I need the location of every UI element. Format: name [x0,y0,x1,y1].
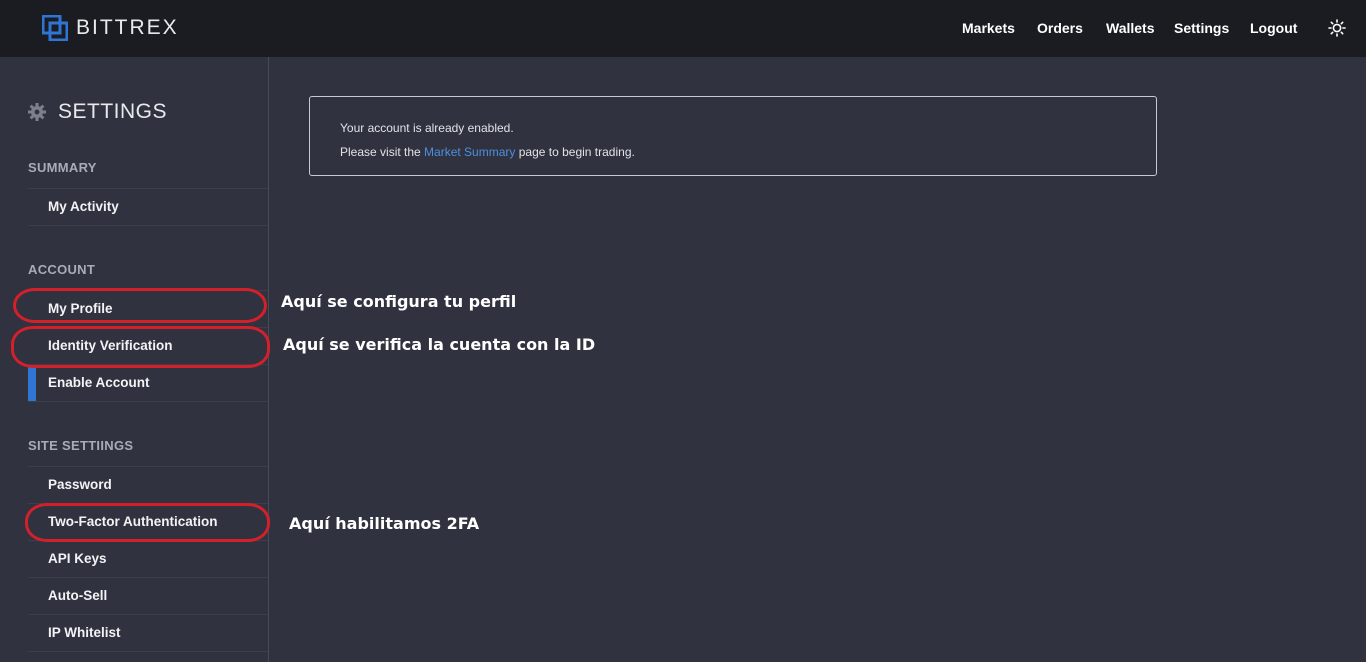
notice-line-2: Please visit the Market Summary page to … [340,145,635,159]
notice-line-1: Your account is already enabled. [340,121,514,135]
sidebar-item-label: Password [48,477,112,492]
sidebar-item-label: Enable Account [48,375,150,390]
settings-sidebar: SETTINGS SUMMARY My Activity ACCOUNT My … [0,57,269,662]
divider [28,401,268,402]
sidebar-item-label: Two-Factor Authentication [48,514,218,529]
brand-logo[interactable]: BITTREX [42,15,179,41]
sidebar-item-label: API Keys [48,551,107,566]
sidebar-item-label: IP Whitelist [48,625,121,640]
annotation-identity: Aquí se verifica la cuenta con la ID [283,335,596,354]
sidebar-item-identity-verification[interactable]: Identity Verification [28,327,268,364]
sun-icon[interactable] [1328,19,1346,37]
section-heading-site-settings: SITE SETTIINGS [28,438,134,453]
annotation-twofa: Aquí habilitamos 2FA [289,514,480,533]
sidebar-item-label: Auto-Sell [48,588,108,603]
sidebar-title: SETTINGS [28,100,167,124]
sidebar-item-api-keys[interactable]: API Keys [28,540,268,577]
sidebar-item-my-activity[interactable]: My Activity [28,188,268,225]
sidebar-item-password[interactable]: Password [28,466,268,503]
sidebar-item-my-profile[interactable]: My Profile [28,290,268,327]
sidebar-item-enable-account[interactable]: Enable Account [28,364,268,402]
notice-text-before-link: Please visit the [340,145,425,159]
annotation-profile: Aquí se configura tu perfil [281,292,517,311]
sidebar-item-auto-sell[interactable]: Auto-Sell [28,577,268,614]
divider [28,225,268,226]
nav-logout[interactable]: Logout [1250,18,1297,38]
brand-name: BITTREX [76,16,179,39]
section-heading-summary: SUMMARY [28,160,97,175]
nav-orders[interactable]: Orders [1037,18,1083,38]
nav-markets[interactable]: Markets [962,18,1015,38]
notice-text-after-link: page to begin trading. [515,145,635,159]
sidebar-item-ip-whitelist[interactable]: IP Whitelist [28,614,268,651]
top-navigation-bar: BITTREX Markets Orders Wallets Settings … [0,0,1366,57]
nav-settings[interactable]: Settings [1174,18,1229,38]
sidebar-item-label: Identity Verification [48,338,173,353]
gear-icon [28,103,46,121]
sidebar-item-two-factor-authentication[interactable]: Two-Factor Authentication [28,503,268,540]
divider [28,651,268,652]
account-enabled-notice: Your account is already enabled. Please … [309,96,1157,176]
bittrex-logo-icon [42,15,68,41]
section-heading-account: ACCOUNT [28,262,96,277]
sidebar-item-label: My Profile [48,301,113,316]
market-summary-link[interactable]: Market Summary [424,145,515,159]
nav-wallets[interactable]: Wallets [1106,18,1155,38]
sidebar-title-text: SETTINGS [58,100,168,123]
sidebar-item-label: My Activity [48,199,119,214]
